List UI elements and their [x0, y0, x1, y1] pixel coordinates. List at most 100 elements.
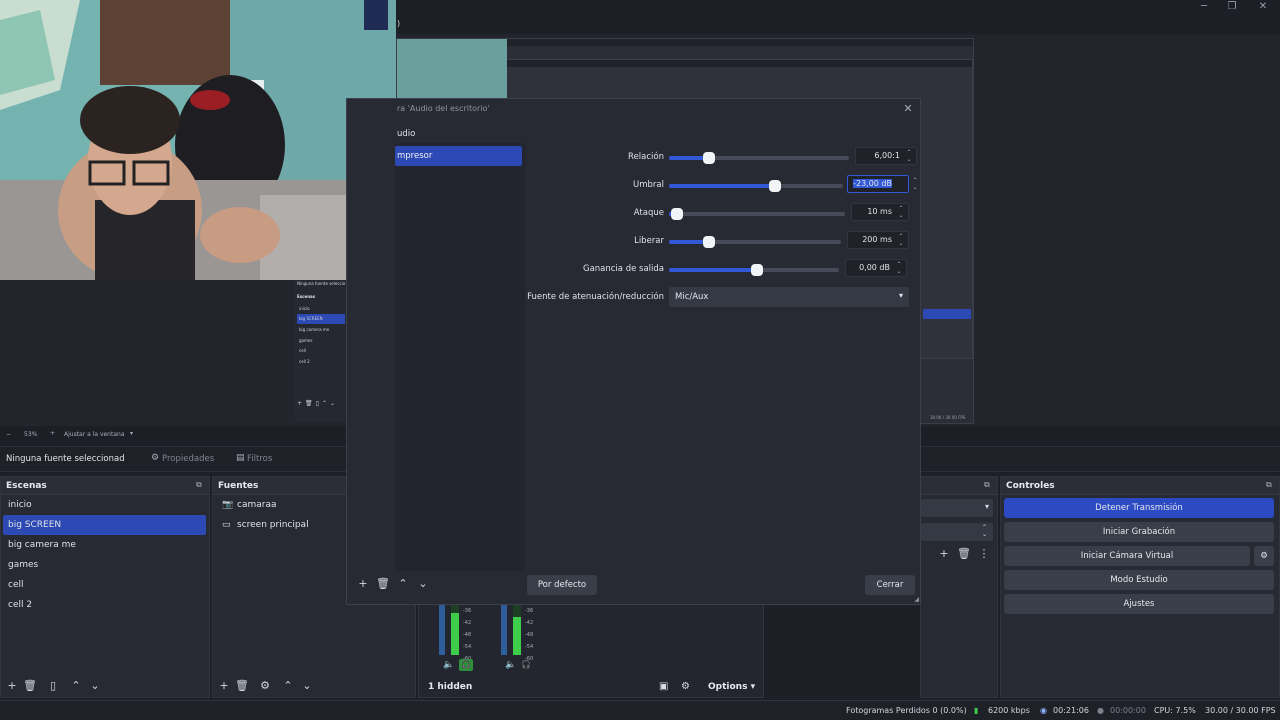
- options-button[interactable]: Options ▾: [708, 682, 755, 692]
- resize-grip-icon[interactable]: ◢: [914, 596, 919, 603]
- chevron-down-icon: ▾: [898, 291, 903, 300]
- move-up-icon[interactable]: ⌃: [69, 679, 83, 693]
- add-icon[interactable]: +: [5, 679, 19, 693]
- scene-item[interactable]: cell: [3, 575, 206, 595]
- chevron-down-icon[interactable]: ▾: [130, 430, 133, 437]
- chevron-down-icon: ▾: [984, 502, 989, 511]
- threshold-slider[interactable]: [669, 180, 843, 192]
- close-icon[interactable]: ✕: [902, 103, 914, 115]
- no-source-label: Ninguna fuente seleccionad: [6, 454, 125, 464]
- move-down-icon[interactable]: ⌄: [88, 679, 102, 693]
- record-time: 00:00:00: [1110, 706, 1146, 715]
- mixer-settings-icon[interactable]: ⚙: [681, 681, 690, 692]
- slider-thumb[interactable]: [703, 236, 715, 248]
- filters-button[interactable]: Filtros: [247, 454, 272, 464]
- speaker-icon[interactable]: 🔈: [505, 660, 516, 670]
- settings-button[interactable]: Ajustes: [1004, 594, 1274, 614]
- transition-select[interactable]: ▾: [921, 499, 993, 517]
- release-slider[interactable]: [669, 236, 841, 248]
- dock-float-icon[interactable]: ⧉: [1266, 481, 1274, 489]
- scene-item-selected[interactable]: big SCREEN: [3, 515, 206, 535]
- trash-icon[interactable]: 🗑: [23, 679, 37, 693]
- release-spinbox[interactable]: 200 ms ⌃ ⌄: [847, 231, 909, 249]
- defaults-button[interactable]: Por defecto: [527, 575, 597, 595]
- stream-icon: ◉: [1040, 706, 1047, 715]
- slider-thumb[interactable]: [671, 208, 683, 220]
- filter-icon[interactable]: ▯: [46, 679, 60, 693]
- camera-icon: 📷: [222, 500, 234, 510]
- mini-scene-item: inicio: [299, 306, 310, 311]
- scene-item[interactable]: cell 2: [3, 595, 206, 615]
- move-down-icon[interactable]: ⌄: [300, 679, 314, 693]
- hidden-sources-label[interactable]: 1 hidden: [428, 682, 472, 692]
- ratio-slider[interactable]: [669, 152, 849, 164]
- filter-item-compressor[interactable]: mpresor: [395, 146, 522, 166]
- start-recording-button[interactable]: Iniciar Grabación: [1004, 522, 1274, 542]
- output-gain-label: Ganancia de salida: [582, 264, 664, 274]
- sidechain-select[interactable]: Mic/Aux ▾: [669, 287, 909, 307]
- start-virtual-camera-button[interactable]: Iniciar Cámara Virtual: [1004, 546, 1250, 566]
- spin-arrows-icon[interactable]: ⌃ ⌄: [894, 261, 904, 275]
- spin-arrows-icon: ⌃ ⌄: [981, 524, 987, 538]
- trash-icon[interactable]: 🗑: [957, 547, 971, 561]
- move-up-icon[interactable]: ⌃: [396, 577, 410, 591]
- fps-readout: 30.00 / 30.00 FPS: [1205, 706, 1276, 715]
- dock-float-icon[interactable]: ⧉: [196, 481, 204, 489]
- fit-window-label[interactable]: Ajustar a la ventana: [64, 431, 125, 438]
- slider-thumb[interactable]: [769, 180, 781, 192]
- spin-arrows-icon[interactable]: ⌃ ⌄: [896, 205, 906, 219]
- more-icon[interactable]: ⋮: [977, 547, 991, 561]
- minimize-icon[interactable]: ─: [1196, 1, 1212, 13]
- mini-scenes-title: Escenas: [297, 294, 316, 299]
- slider-thumb[interactable]: [751, 264, 763, 276]
- properties-button[interactable]: Propiedades: [162, 454, 214, 464]
- scene-item[interactable]: games: [3, 555, 206, 575]
- restore-icon[interactable]: ❐: [1224, 1, 1240, 13]
- zoom-out-icon[interactable]: −: [6, 431, 11, 438]
- slider-thumb[interactable]: [703, 152, 715, 164]
- status-bar: Fotogramas Perdidos 0 (0.0%) ▮ 6200 kbps…: [0, 700, 1280, 720]
- monitor-icon: ▭: [222, 520, 231, 530]
- headphones-icon[interactable]: 🎧: [521, 660, 531, 669]
- layout-icon[interactable]: ▣: [659, 681, 668, 692]
- add-icon[interactable]: +: [937, 547, 951, 561]
- audio-filters-section-label: udio: [397, 129, 416, 139]
- spin-arrows-icon[interactable]: ⌃ ⌄: [896, 233, 906, 247]
- trash-icon[interactable]: 🗑: [376, 577, 390, 591]
- output-gain-spinbox[interactable]: 0,00 dB ⌃ ⌄: [845, 259, 907, 277]
- speaker-icon[interactable]: 🔈: [443, 660, 454, 670]
- spin-arrows-icon[interactable]: ⌃ ⌄: [910, 177, 920, 191]
- add-icon[interactable]: +: [217, 679, 231, 693]
- controls-title: Controles: [1001, 477, 1279, 495]
- scene-item[interactable]: big camera me: [3, 535, 206, 555]
- record-icon: ●: [1097, 706, 1104, 715]
- sources-toolbar: + 🗑 ⚙ ⌃ ⌄: [213, 675, 415, 697]
- close-window-icon[interactable]: ✕: [1255, 1, 1271, 13]
- scene-item[interactable]: inicio: [3, 495, 206, 515]
- stop-streaming-button[interactable]: Detener Transmisión: [1004, 498, 1274, 518]
- source-label: camaraa: [237, 500, 277, 510]
- virtual-camera-gear-icon[interactable]: ⚙: [1254, 546, 1274, 566]
- attack-label: Ataque: [633, 208, 664, 218]
- spin-arrows-icon[interactable]: ⌃ ⌄: [904, 149, 914, 163]
- duration-spinbox[interactable]: ⌃ ⌄: [921, 523, 993, 541]
- mini-scene-item: games: [299, 338, 313, 343]
- move-up-icon[interactable]: ⌃: [281, 679, 295, 693]
- meter-scale: -36-42-48-54-60: [525, 608, 534, 662]
- add-filter-icon[interactable]: +: [356, 577, 370, 591]
- threshold-spinbox[interactable]: -23,00 dB ⌃ ⌄: [847, 175, 918, 193]
- ratio-spinbox[interactable]: 6,00:1 ⌃ ⌄: [855, 147, 917, 165]
- attack-slider[interactable]: [669, 208, 845, 220]
- gear-icon[interactable]: ⚙: [258, 679, 272, 693]
- attack-spinbox[interactable]: 10 ms ⌃ ⌄: [851, 203, 909, 221]
- headphones-icon[interactable]: 🎧: [459, 659, 473, 671]
- close-button[interactable]: Cerrar: [865, 575, 915, 595]
- cpu-usage: CPU: 7.5%: [1154, 706, 1196, 715]
- output-gain-slider[interactable]: [669, 264, 839, 276]
- scenes-toolbar: + 🗑 ▯ ⌃ ⌄: [1, 675, 209, 697]
- zoom-in-icon[interactable]: +: [50, 430, 55, 437]
- studio-mode-button[interactable]: Modo Estudio: [1004, 570, 1274, 590]
- move-down-icon[interactable]: ⌄: [416, 577, 430, 591]
- trash-icon[interactable]: 🗑: [235, 679, 249, 693]
- dock-float-icon[interactable]: ⧉: [984, 481, 992, 489]
